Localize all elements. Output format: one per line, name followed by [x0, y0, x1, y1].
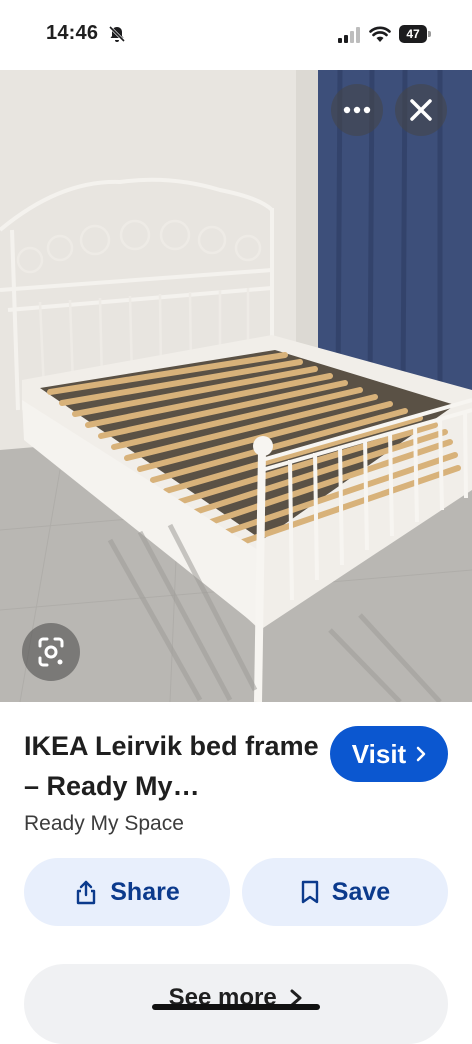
google-lens-button[interactable]	[22, 623, 80, 681]
wifi-icon	[369, 26, 391, 42]
product-image[interactable]	[0, 70, 472, 702]
share-label: Share	[110, 877, 180, 906]
more-horizontal-icon	[343, 106, 371, 114]
close-button[interactable]	[395, 84, 447, 136]
google-lens-icon	[38, 637, 64, 667]
bookmark-icon	[301, 880, 318, 904]
status-bar: 14:46 47	[0, 0, 472, 70]
battery-level: 47	[406, 27, 420, 41]
status-time: 14:46	[46, 22, 99, 44]
more-options-button[interactable]	[331, 84, 383, 136]
battery-icon: 47	[399, 25, 433, 43]
visit-button[interactable]: Visit	[330, 726, 448, 782]
save-label: Save	[331, 877, 391, 906]
close-icon	[410, 99, 432, 121]
image-viewer	[0, 70, 472, 702]
visit-label: Visit	[351, 738, 407, 769]
bell-slash-icon	[108, 25, 126, 43]
result-title[interactable]: IKEA Leirvik bed frame – Ready My…	[24, 726, 324, 806]
cellular-signal-icon	[338, 27, 360, 43]
result-source: Ready My Space	[24, 812, 184, 835]
share-button[interactable]: Share	[24, 858, 230, 926]
share-icon	[77, 880, 96, 905]
save-button[interactable]: Save	[242, 858, 448, 926]
chevron-right-icon	[416, 746, 426, 762]
home-indicator	[152, 1004, 320, 1010]
